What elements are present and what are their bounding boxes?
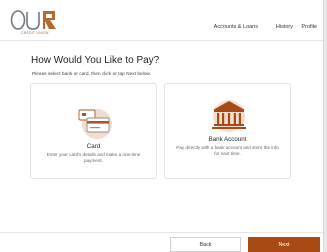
page-footer: Back Next [0, 232, 323, 252]
credit-card-icon [78, 109, 112, 139]
option-card-title: Card [86, 143, 101, 150]
nav-history[interactable]: History [276, 24, 293, 30]
nav-accounts-loans[interactable]: Accounts & Loans [214, 24, 258, 30]
back-button[interactable]: Back [170, 237, 241, 252]
option-card[interactable]: Card Enter your card's details and make … [30, 83, 157, 179]
nav-profile[interactable]: Profile [301, 24, 317, 30]
our-logo-icon [10, 10, 56, 30]
option-bank-description: Pay directly with a bank account and sto… [176, 145, 279, 156]
page-instructions: Please select bank or card, then click o… [32, 72, 151, 77]
bank-icon [212, 100, 246, 132]
page-title: How Would You Like to Pay? [31, 55, 160, 66]
brand-logo[interactable] [10, 8, 70, 32]
option-bank-account[interactable]: Bank Account Pay directly with a bank ac… [164, 83, 291, 179]
next-button[interactable]: Next [248, 237, 320, 252]
option-bank-title: Bank Account [208, 136, 247, 143]
top-header: CREDIT UNION Accounts & Loans History Pr… [0, 0, 323, 41]
payment-method-page: CREDIT UNION Accounts & Loans History Pr… [0, 0, 324, 252]
brand-tagline: CREDIT UNION [21, 31, 49, 35]
option-card-description: Enter your card's details and make a one… [46, 152, 141, 163]
